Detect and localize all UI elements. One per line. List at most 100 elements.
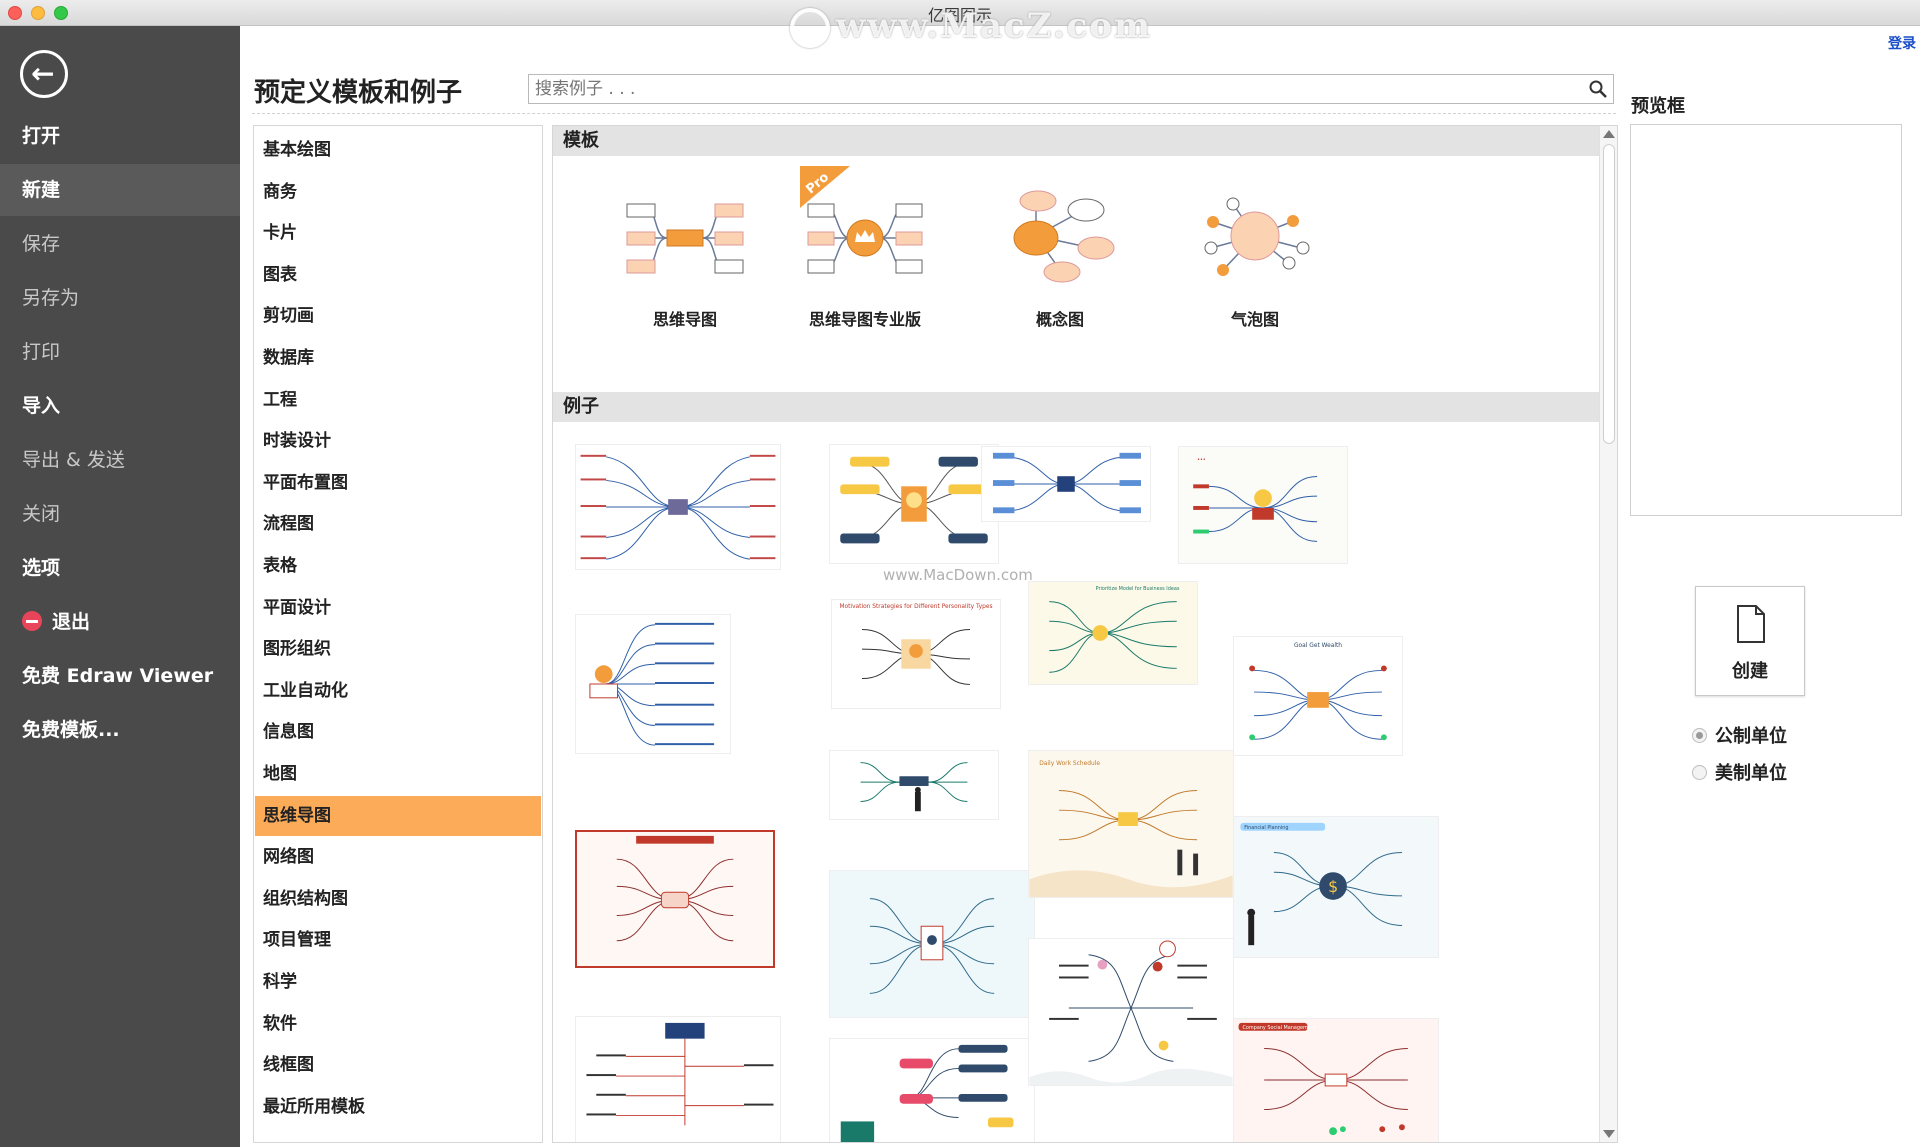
menu-save[interactable]: 保存 — [0, 218, 240, 270]
menu-free-templates[interactable]: 免费模板... — [0, 704, 240, 756]
category-item[interactable]: 网络图 — [255, 837, 541, 877]
example-thumbnail-14[interactable] — [575, 1016, 781, 1142]
template-bubble-map[interactable]: 气泡图 — [1170, 166, 1340, 366]
search-icon[interactable] — [1589, 80, 1607, 98]
svg-text:Motivation Strategies for Diff: Motivation Strategies for Different Pers… — [839, 604, 992, 610]
category-item[interactable]: 平面设计 — [255, 588, 541, 628]
example-thumbnail-6[interactable]: Motivation Strategies for Different Pers… — [831, 599, 1001, 709]
example-thumbnail-9[interactable] — [829, 750, 999, 820]
bubble-map-thumbnail-icon — [1204, 197, 1310, 276]
new-document-icon — [1737, 605, 1765, 643]
category-item[interactable]: 剪切画 — [255, 296, 541, 336]
back-arrow-icon: ← — [31, 57, 55, 90]
example-thumbnail-15[interactable] — [829, 1038, 1035, 1142]
menu-edraw-viewer[interactable]: 免费 Edraw Viewer — [0, 650, 240, 702]
category-item[interactable]: 卡片 — [255, 213, 541, 253]
category-item[interactable]: 思维导图 — [255, 795, 541, 836]
example-thumbnail-3[interactable] — [981, 446, 1151, 522]
example-thumbnail-5[interactable] — [575, 614, 731, 754]
template-gallery: 模板 思维导图 Pro 思维导图专业版 概念图 气泡图 例子 ••• www.M… — [552, 125, 1618, 1143]
category-item[interactable]: 组织结构图 — [255, 879, 541, 919]
category-item[interactable]: 项目管理 — [255, 920, 541, 960]
svg-text:Financial Planning: Financial Planning — [1244, 825, 1288, 831]
scroll-down-arrow-icon[interactable] — [1603, 1130, 1615, 1138]
gallery-scrollbar[interactable] — [1599, 126, 1617, 1142]
category-item[interactable]: 图形组织 — [255, 629, 541, 669]
radio-us[interactable] — [1692, 764, 1707, 780]
category-item[interactable]: 软件 — [255, 1004, 541, 1044]
template-mind-map-pro[interactable]: Pro 思维导图专业版 — [780, 166, 950, 366]
scroll-up-arrow-icon[interactable] — [1603, 130, 1615, 138]
category-item[interactable]: 工业自动化 — [255, 671, 541, 711]
example-thumbnail-11[interactable] — [829, 870, 1035, 1018]
unit-us-option[interactable]: 美制单位 — [1692, 759, 1787, 785]
menu-options[interactable]: 选项 — [0, 542, 240, 594]
category-list: 基本绘图 商务 卡片 图表 剪切画 数据库 工程 时装设计 平面布置图 流程图 表格 平面设计 图形组织… — [253, 125, 543, 1143]
category-item[interactable]: 最近所用模板 — [255, 1087, 541, 1127]
header-separator — [252, 113, 1616, 114]
example-thumbnail-17[interactable]: Company Social Management — [1233, 1018, 1439, 1142]
category-item[interactable]: 表格 — [255, 546, 541, 586]
menu-print[interactable]: 打印 — [0, 326, 240, 378]
category-item[interactable]: 商务 — [255, 172, 541, 212]
example-thumbnail-13[interactable]: Financial Planning $ — [1233, 816, 1439, 958]
category-item[interactable]: 流程图 — [255, 504, 541, 544]
template-label-bubble-map: 气泡图 — [1230, 310, 1279, 329]
scroll-thumb[interactable] — [1603, 144, 1615, 444]
template-mind-map[interactable]: 思维导图 — [600, 166, 770, 366]
file-sidebar: ← 打开 新建 保存 另存为 打印 导入 导出 & 发送 关闭 选项 退出 免费… — [0, 26, 240, 1147]
menu-exit[interactable]: 退出 — [0, 596, 240, 648]
create-label: 创建 — [1732, 661, 1768, 682]
example-thumbnail-16[interactable] — [1028, 938, 1234, 1086]
mind-map-pro-thumbnail-icon: Pro — [800, 166, 923, 274]
menu-import[interactable]: 导入 — [0, 380, 240, 432]
page-title: 预定义模板和例子 — [254, 78, 463, 108]
login-link[interactable]: 登录 — [1888, 33, 1916, 53]
search-input[interactable] — [529, 75, 1613, 103]
menu-save-as[interactable]: 另存为 — [0, 272, 240, 324]
radio-metric[interactable] — [1692, 727, 1707, 743]
menu-new[interactable]: 新建 — [0, 164, 240, 216]
menu-export-send[interactable]: 导出 & 发送 — [0, 434, 240, 486]
menu-exit-label: 退出 — [52, 611, 91, 633]
example-thumbnail-8[interactable]: Goal Get Wealth — [1233, 636, 1403, 756]
example-thumbnail-7[interactable]: Prioritize Model for Business Ideas — [1028, 581, 1198, 685]
menu-open[interactable]: 打开 — [0, 110, 240, 162]
menu-close[interactable]: 关闭 — [0, 488, 240, 540]
category-item[interactable]: 数据库 — [255, 338, 541, 378]
svg-text:Daily Work Schedule: Daily Work Schedule — [1039, 761, 1100, 767]
unit-metric-label: 公制单位 — [1715, 726, 1787, 747]
category-item[interactable]: 图表 — [255, 255, 541, 295]
example-thumbnail-1[interactable] — [575, 444, 781, 570]
category-item[interactable]: 地图 — [255, 754, 541, 794]
svg-text:Goal Get Wealth: Goal Get Wealth — [1294, 643, 1342, 649]
back-button[interactable]: ← — [20, 50, 68, 98]
template-concept-map[interactable]: 概念图 — [975, 166, 1145, 366]
preview-box — [1630, 124, 1902, 516]
category-item[interactable]: 信息图 — [255, 712, 541, 752]
template-label-concept-map: 概念图 — [1035, 310, 1084, 329]
svg-text:•••: ••• — [1197, 457, 1206, 463]
exit-icon — [22, 610, 42, 631]
example-thumbnail-10[interactable] — [575, 830, 775, 968]
mind-map-thumbnail-icon — [626, 203, 744, 274]
svg-text:$: $ — [1328, 877, 1338, 896]
category-item[interactable]: 工程 — [255, 380, 541, 420]
example-thumbnail-2[interactable] — [829, 444, 999, 564]
svg-text:Company Social Management: Company Social Management — [1243, 1025, 1316, 1031]
unit-us-label: 美制单位 — [1715, 763, 1787, 784]
preview-label: 预览框 — [1631, 96, 1685, 117]
unit-metric-option[interactable]: 公制单位 — [1692, 722, 1787, 748]
example-thumbnail-4[interactable]: ••• — [1178, 446, 1348, 564]
category-item[interactable]: 基本绘图 — [255, 130, 541, 170]
watermark-text: www.MacZ.com — [836, 6, 1153, 46]
examples-section-header: 例子 — [553, 392, 1599, 422]
example-thumbnail-12[interactable]: Daily Work Schedule — [1028, 750, 1234, 898]
category-item[interactable]: 时装设计 — [255, 421, 541, 461]
category-item[interactable]: 线框图 — [255, 1045, 541, 1085]
category-item[interactable]: 科学 — [255, 962, 541, 1002]
category-item[interactable]: 平面布置图 — [255, 463, 541, 503]
search-box — [528, 74, 1614, 104]
center-watermark: www.MacDown.com — [883, 566, 1033, 584]
create-button[interactable]: 创建 — [1695, 586, 1805, 696]
